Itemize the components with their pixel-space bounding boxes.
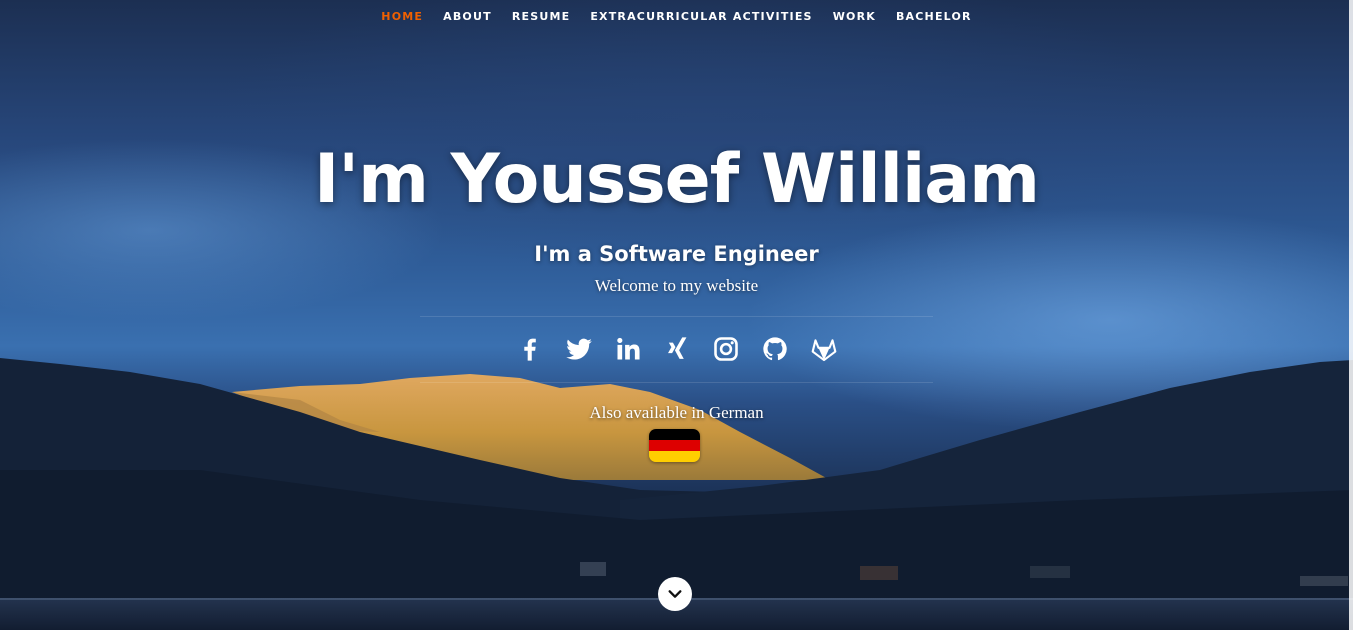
background-landscape — [0, 358, 1353, 630]
nav-item-home[interactable]: HOME — [371, 0, 433, 34]
hero-section: HOME ABOUT RESUME EXTRACURRICULAR ACTIVI… — [0, 0, 1353, 630]
nav-item-bachelor[interactable]: BACHELOR — [886, 0, 982, 34]
nav-item-extracurricular-activities[interactable]: EXTRACURRICULAR ACTIVITIES — [580, 0, 822, 34]
gitlab-icon — [811, 338, 836, 361]
github-link[interactable] — [759, 333, 790, 364]
linkedin-icon — [616, 337, 640, 359]
linkedin-link[interactable] — [612, 333, 643, 364]
facebook-icon — [523, 338, 536, 361]
facebook-link[interactable] — [514, 333, 545, 364]
xing-link[interactable] — [661, 333, 692, 364]
chevron-down-icon — [668, 590, 682, 598]
page-title: I'm Youssef William — [313, 140, 1040, 219]
page-scrollbar[interactable] — [1349, 0, 1353, 630]
main-navigation: HOME ABOUT RESUME EXTRACURRICULAR ACTIVI… — [0, 0, 1353, 34]
nav-item-about[interactable]: ABOUT — [433, 0, 502, 34]
divider-top — [420, 316, 933, 317]
welcome-text: Welcome to my website — [594, 276, 759, 295]
nav-item-work[interactable]: WORK — [823, 0, 886, 34]
instagram-icon — [713, 336, 738, 361]
twitter-icon — [565, 338, 592, 360]
github-icon — [762, 336, 787, 360]
nav-item-resume[interactable]: RESUME — [502, 0, 581, 34]
page-subtitle: I'm a Software Engineer — [534, 242, 819, 266]
divider-bottom — [420, 382, 933, 383]
instagram-link[interactable] — [710, 333, 741, 364]
language-note: Also available in German — [589, 403, 764, 422]
scroll-down-button[interactable] — [658, 577, 692, 611]
german-flag-icon[interactable] — [649, 429, 700, 462]
gitlab-link[interactable] — [808, 333, 839, 364]
social-links — [0, 333, 1353, 364]
twitter-link[interactable] — [563, 333, 594, 364]
xing-icon — [667, 336, 686, 359]
